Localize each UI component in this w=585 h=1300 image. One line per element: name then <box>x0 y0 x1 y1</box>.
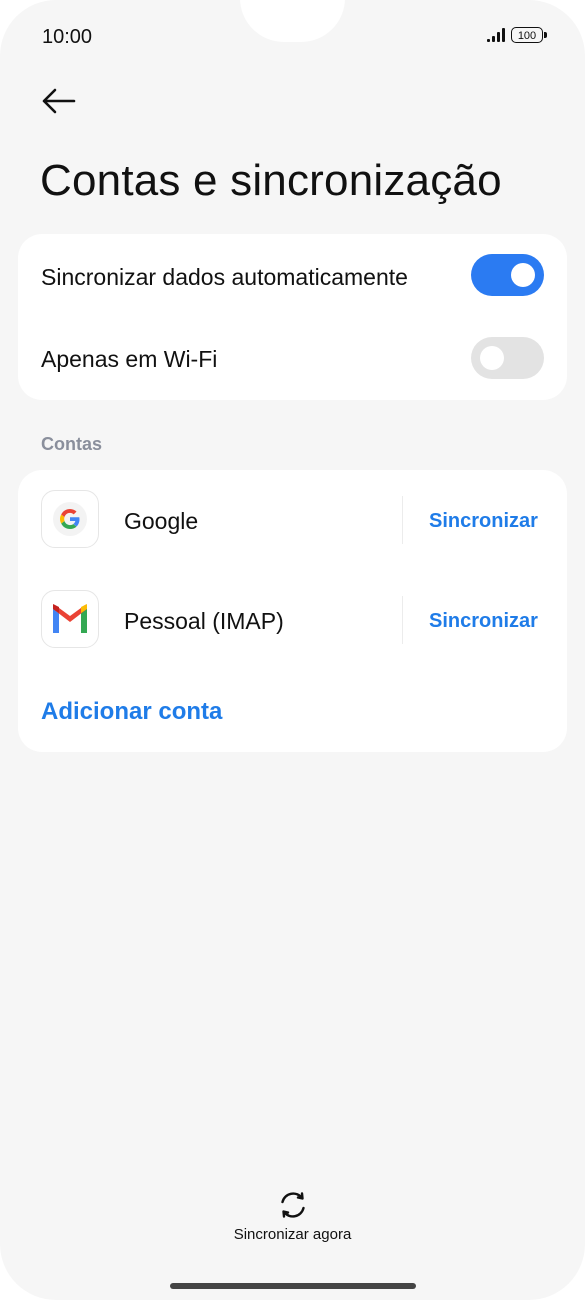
camera-notch <box>240 0 345 42</box>
wifi-only-label: Apenas em Wi-Fi <box>41 346 218 372</box>
arrow-left-icon <box>42 88 76 114</box>
accounts-section-label: Contas <box>41 434 103 454</box>
sync-now-label: Sincronizar agora <box>233 1226 352 1243</box>
gmail-icon <box>41 590 99 648</box>
auto-sync-toggle[interactable] <box>471 254 544 296</box>
add-account-button[interactable]: Adicionar conta <box>41 698 222 726</box>
refresh-icon <box>280 1192 305 1218</box>
google-icon <box>41 490 99 548</box>
sync-imap-button[interactable]: Sincronizar <box>429 610 538 633</box>
status-time: 10:00 <box>42 26 93 48</box>
sync-google-button[interactable]: Sincronizar <box>429 510 538 533</box>
account-name-imap: Pessoal (IMAP) <box>124 608 284 634</box>
sync-now-button[interactable]: Sincronizar agora <box>0 1188 585 1243</box>
page-title: Contas e sincronização <box>40 156 502 205</box>
gmail-logo <box>53 604 87 633</box>
toggle-knob <box>511 263 535 287</box>
sync-settings-card: Sincronizar dados automaticamente Apenas… <box>18 234 567 400</box>
accounts-card: Google Sincronizar Pessoal (IMAP) Sincro… <box>18 470 567 752</box>
divider <box>402 496 403 544</box>
google-logo <box>53 502 87 536</box>
toggle-knob <box>480 346 504 370</box>
divider <box>402 596 403 644</box>
account-name-google: Google <box>124 508 199 534</box>
wifi-only-toggle[interactable] <box>471 337 544 379</box>
status-icons: 100 <box>487 27 547 43</box>
home-indicator[interactable] <box>170 1283 416 1289</box>
signal-icon <box>487 28 505 42</box>
back-button[interactable] <box>38 84 78 118</box>
auto-sync-label: Sincronizar dados automaticamente <box>41 264 408 290</box>
battery-icon: 100 <box>511 27 547 43</box>
phone-screen: 10:00 100 Contas e sincronização Sincron… <box>0 0 585 1300</box>
